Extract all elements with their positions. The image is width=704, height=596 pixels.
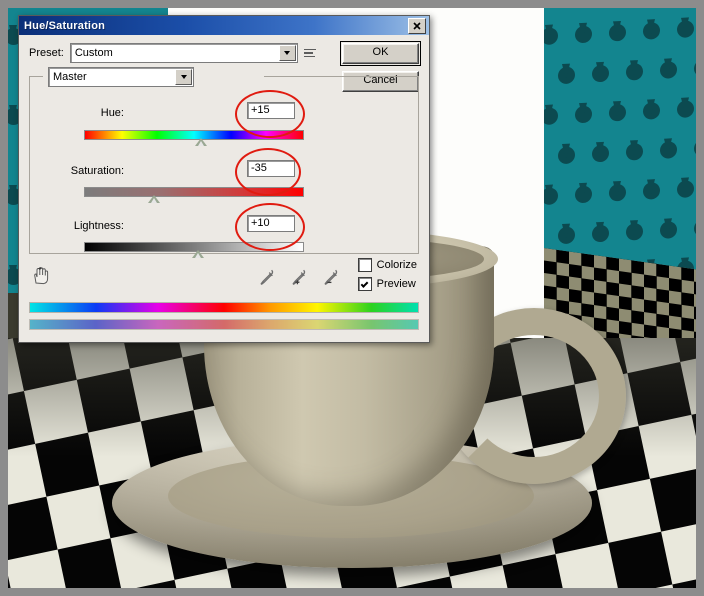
colorize-label: Colorize (376, 259, 417, 271)
preset-options-icon[interactable] (303, 46, 318, 60)
eyedropper-group (259, 268, 341, 286)
eyedropper-add-icon[interactable] (291, 268, 309, 286)
preview-checkbox[interactable]: Preview (357, 277, 417, 291)
dialog-footer: Colorize Preview (29, 258, 419, 300)
hue-saturation-dialog[interactable]: Hue/Saturation Preset: Custom OK Cancel … (18, 15, 430, 343)
close-icon[interactable] (408, 18, 426, 34)
hand-glyph (34, 267, 49, 285)
dialog-body: Preset: Custom OK Cancel Master Hue: +15… (19, 35, 429, 342)
saturation-label: Saturation: (70, 165, 124, 177)
close-glyph (413, 22, 421, 30)
ok-button[interactable]: OK (340, 41, 421, 66)
eyedropper-glyph (260, 269, 274, 285)
saturation-slider-thumb[interactable] (148, 195, 161, 203)
channel-select[interactable]: Master (48, 67, 194, 87)
on-image-adjust-hand-icon[interactable] (31, 266, 51, 286)
lightness-label: Lightness: (73, 220, 124, 232)
color-spectrum-strips (29, 302, 419, 332)
saturation-value-input[interactable]: -35 (247, 160, 295, 177)
eyedropper-sample-icon[interactable] (259, 268, 277, 286)
saturation-slider-track[interactable] (84, 187, 304, 197)
eyedropper-plus-glyph (292, 269, 306, 285)
lightness-slider-thumb[interactable] (192, 250, 205, 258)
preset-label: Preset: (29, 47, 64, 59)
hue-value-input[interactable]: +15 (247, 102, 295, 119)
adjustment-group: Master Hue: +15 Saturation: -35 Lightnes… (29, 67, 419, 258)
preview-label: Preview (376, 278, 416, 290)
dialog-title: Hue/Saturation (24, 19, 106, 32)
spectrum-bar-input (29, 302, 419, 313)
eyedropper-minus-glyph (324, 269, 338, 285)
lightness-value-input[interactable]: +10 (247, 215, 295, 232)
hue-slider-thumb[interactable] (194, 138, 207, 146)
dialog-titlebar[interactable]: Hue/Saturation (19, 16, 429, 35)
checkbox-group: Colorize Preview (357, 258, 417, 291)
preset-select[interactable]: Custom (69, 43, 298, 63)
preset-value: Custom (74, 47, 113, 59)
hue-label: Hue: (100, 107, 124, 119)
checkbox-box[interactable] (357, 277, 372, 291)
chevron-down-icon[interactable] (175, 69, 192, 85)
chevron-down-icon[interactable] (278, 45, 296, 61)
channel-value: Master (53, 71, 87, 83)
colorize-checkbox[interactable]: Colorize (357, 258, 417, 272)
checkbox-box[interactable] (357, 258, 372, 272)
spectrum-bar-output (29, 319, 419, 330)
screenshot-root: Hue/Saturation Preset: Custom OK Cancel … (0, 0, 704, 596)
eyedropper-subtract-icon[interactable] (323, 268, 341, 286)
